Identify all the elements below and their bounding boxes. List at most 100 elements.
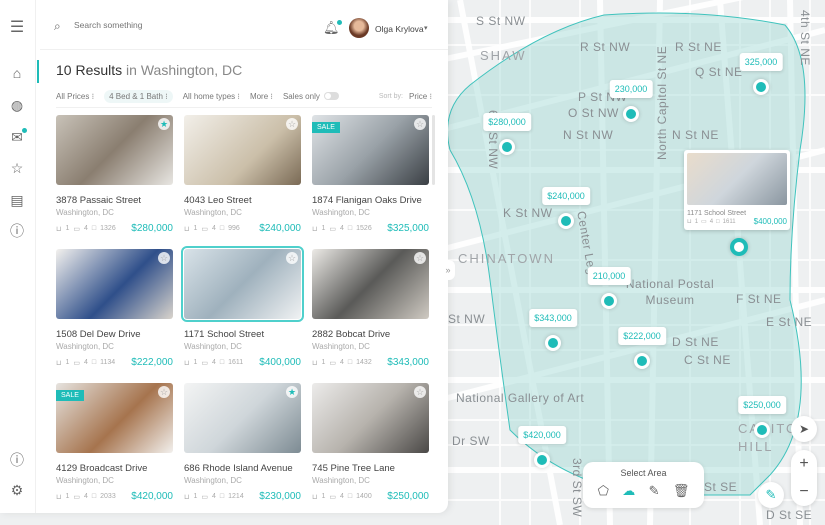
listing-card[interactable]: ★ 3878 Passaic Street Washington, DC ⊔ 1 … bbox=[56, 115, 173, 240]
listing-card[interactable]: ☆ 1171 School Street Washington, DC ⊔ 1 ▭… bbox=[181, 246, 304, 374]
more-filter[interactable]: More ⁝ bbox=[250, 92, 273, 101]
listing-price: $325,000 bbox=[387, 223, 429, 234]
user-menu-caret[interactable]: ▾ bbox=[424, 24, 428, 32]
map-pin[interactable] bbox=[558, 213, 574, 229]
map-listing-popup[interactable]: 1171 School Street ⊔ 1 ▭ 4 □ 1611 $400,000 bbox=[684, 150, 790, 230]
pin-price-label[interactable]: $250,000 bbox=[738, 396, 786, 414]
listing-name: 686 Rhode Island Avenue bbox=[184, 463, 293, 474]
listing-card[interactable]: ★ 686 Rhode Island Avenue Washington, DC… bbox=[184, 383, 301, 508]
listing-sqft: 1526 bbox=[356, 225, 372, 232]
listing-price: $400,000 bbox=[259, 357, 301, 368]
listing-card[interactable]: SALE ☆ 4129 Broadcast Drive Washington, D… bbox=[56, 383, 173, 508]
listing-baths: 1 bbox=[321, 225, 326, 232]
favorite-star-icon[interactable]: ★ bbox=[286, 386, 298, 398]
home-type-filter[interactable]: All home types ⁝ bbox=[183, 92, 240, 101]
listing-sqft: 996 bbox=[228, 225, 240, 232]
price-filter[interactable]: All Prices ⁝ bbox=[56, 92, 94, 101]
freehand-select-icon[interactable]: ☁ bbox=[622, 483, 635, 499]
bath-icon: ⊔ bbox=[184, 225, 190, 233]
scrollbar[interactable] bbox=[432, 115, 435, 185]
sale-badge: SALE bbox=[312, 122, 340, 133]
street-label: D St NE bbox=[672, 335, 719, 349]
help-icon[interactable]: ⓘ bbox=[9, 223, 25, 239]
trash-icon[interactable]: 🗑︎ bbox=[673, 483, 690, 499]
zoom-out-button[interactable]: − bbox=[791, 478, 817, 506]
listing-card[interactable]: SALE ☆ 1874 Flanigan Oaks Drive Washingto… bbox=[312, 115, 429, 240]
street-label: C St NE bbox=[684, 353, 731, 367]
pin-price-label[interactable]: $240,000 bbox=[542, 187, 590, 205]
locate-button[interactable]: ➤ bbox=[791, 416, 817, 442]
map-pin[interactable] bbox=[601, 293, 617, 309]
star-icon[interactable]: ☆ bbox=[9, 160, 25, 176]
beds-filter[interactable]: 4 Bed & 1 Bath ⁝ bbox=[104, 89, 173, 103]
street-label: Dr SW bbox=[452, 434, 490, 448]
pin-price-label[interactable]: $280,000 bbox=[483, 113, 531, 131]
listing-city: Washington, DC bbox=[184, 342, 242, 351]
listing-baths: 1 bbox=[65, 359, 70, 366]
favorite-star-icon[interactable]: ☆ bbox=[414, 252, 426, 264]
landmark-label: National Gallery of Art bbox=[456, 391, 585, 405]
favorite-star-icon[interactable]: ☆ bbox=[286, 118, 298, 130]
search-input[interactable] bbox=[74, 20, 274, 30]
area-icon: □ bbox=[219, 359, 225, 366]
settings-icon[interactable]: ⚙ bbox=[9, 482, 25, 498]
favorite-star-icon[interactable]: ☆ bbox=[286, 252, 298, 264]
pin-price-label[interactable]: $420,000 bbox=[518, 426, 566, 444]
pin-price-label[interactable]: $222,000 bbox=[618, 327, 666, 345]
user-name[interactable]: Olga Krylova bbox=[375, 24, 424, 34]
info-icon[interactable]: ⓘ bbox=[9, 452, 25, 468]
listing-baths: 1 bbox=[65, 225, 70, 232]
listing-beds: 4 bbox=[212, 493, 216, 500]
sales-only-toggle[interactable] bbox=[323, 92, 339, 100]
sort-select[interactable]: Price ⁝ bbox=[409, 92, 432, 101]
pencil-icon[interactable]: ✎ bbox=[649, 483, 660, 499]
area-icon: □ bbox=[219, 493, 225, 500]
listings-icon[interactable]: ▤ bbox=[9, 192, 25, 208]
map-pin[interactable] bbox=[623, 106, 639, 122]
listing-card[interactable]: ☆ 1508 Del Dew Drive Washington, DC ⊔ 1 ▭… bbox=[56, 249, 173, 374]
header: ⌕ 🔔︎ Olga Krylova ▾ bbox=[40, 0, 448, 50]
pin-price-label[interactable]: 230,000 bbox=[609, 80, 653, 98]
listing-name: 745 Pine Tree Lane bbox=[312, 463, 395, 474]
listing-baths: 1 bbox=[65, 493, 70, 500]
favorite-star-icon[interactable]: ☆ bbox=[414, 118, 426, 130]
filter-divider bbox=[56, 107, 432, 108]
map-pin[interactable] bbox=[753, 79, 769, 95]
map-pin[interactable] bbox=[754, 422, 770, 438]
listing-stats: ⊔ 1 ▭ 4 □ 1134 $222,000 bbox=[56, 357, 173, 368]
mail-icon[interactable]: ✉ bbox=[9, 128, 27, 145]
draw-button[interactable]: ✎ bbox=[758, 482, 784, 508]
map-pin[interactable] bbox=[634, 353, 650, 369]
zoom-in-button[interactable]: + bbox=[791, 450, 817, 478]
favorite-star-icon[interactable]: ☆ bbox=[158, 386, 170, 398]
listing-card[interactable]: ☆ 2882 Bobcat Drive Washington, DC ⊔ 1 ▭ 4… bbox=[312, 249, 429, 374]
selected-map-pin[interactable] bbox=[730, 238, 748, 256]
map-pin[interactable] bbox=[499, 139, 515, 155]
listing-beds: 4 bbox=[340, 493, 344, 500]
listing-card[interactable]: ☆ 745 Pine Tree Lane Washington, DC ⊔ 1 ▭… bbox=[312, 383, 429, 508]
map-pin[interactable] bbox=[534, 452, 550, 468]
polygon-select-icon[interactable]: ⬠ bbox=[598, 483, 609, 499]
bell-icon[interactable]: 🔔︎ bbox=[323, 20, 342, 36]
listing-card[interactable]: ☆ 4043 Leo Street Washington, DC ⊔ 1 ▭ 4 □… bbox=[184, 115, 301, 240]
listing-beds: 4 bbox=[84, 225, 88, 232]
pin-price-label[interactable]: 210,000 bbox=[587, 267, 631, 285]
pin-price-label[interactable]: $343,000 bbox=[529, 309, 577, 327]
favorite-star-icon[interactable]: ☆ bbox=[158, 252, 170, 264]
listing-price: $280,000 bbox=[131, 223, 173, 234]
favorite-star-icon[interactable]: ☆ bbox=[414, 386, 426, 398]
pin-price-label[interactable]: 325,000 bbox=[739, 53, 783, 71]
bed-icon: ▭ bbox=[201, 359, 208, 367]
collapse-panel-button[interactable]: » bbox=[441, 260, 455, 280]
favorite-star-icon[interactable]: ★ bbox=[158, 118, 170, 130]
globe-icon[interactable]: ◍ bbox=[9, 97, 25, 113]
avatar[interactable] bbox=[349, 18, 369, 38]
sales-only-label: Sales only bbox=[282, 91, 320, 101]
map-pin[interactable] bbox=[545, 335, 561, 351]
home-icon[interactable]: ⌂ bbox=[9, 65, 25, 81]
street-label: North Capitol St NE bbox=[655, 45, 669, 160]
listing-sqft: 2033 bbox=[100, 493, 116, 500]
listing-price: $230,000 bbox=[259, 491, 301, 502]
menu-icon[interactable]: ☰ bbox=[9, 20, 25, 36]
listing-sqft: 1214 bbox=[228, 493, 244, 500]
